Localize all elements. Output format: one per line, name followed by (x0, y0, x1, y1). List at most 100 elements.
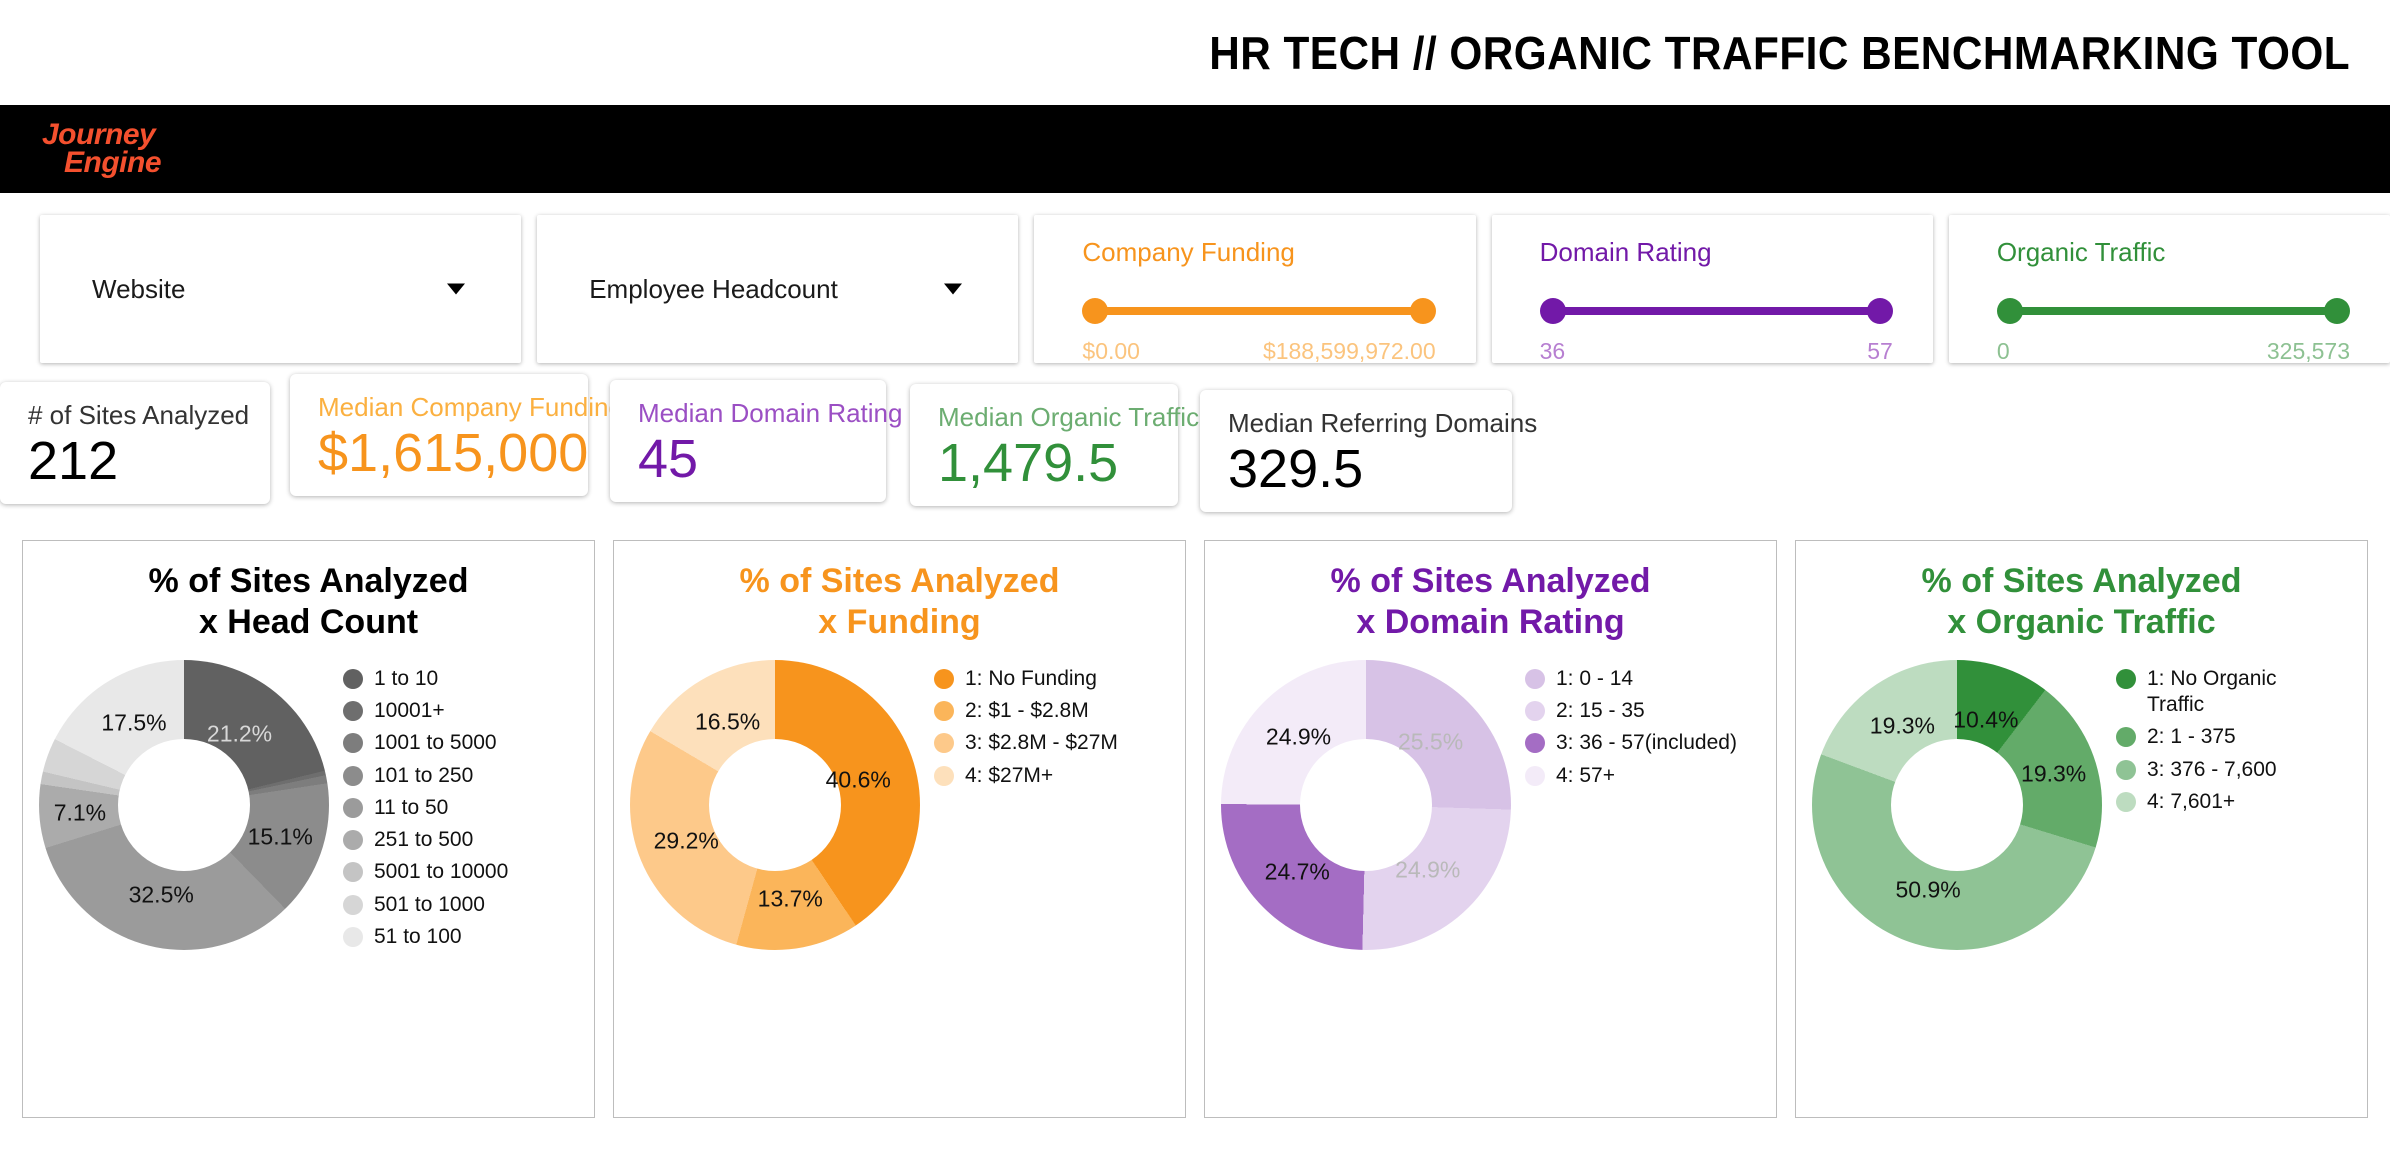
legend-item[interactable]: 2: 1 - 375 (2116, 724, 2337, 750)
slice-percentage-label: 29.2% (653, 827, 719, 854)
donut-chart[interactable]: 10.4% 19.3% 50.9% 19.3% (1812, 659, 2102, 950)
legend-label: 101 to 250 (374, 763, 474, 787)
legend-item[interactable]: 4: 57+ (1525, 763, 1737, 789)
donut-chart[interactable]: 21.2% 15.1% 32.5% 7.1% 17.5% (39, 659, 329, 950)
donut-hole (118, 738, 250, 871)
filter-company-funding-title: Company Funding (1082, 237, 1295, 267)
slider-handle-max[interactable] (1866, 298, 1893, 324)
legend-item[interactable]: 11 to 50 (343, 795, 508, 821)
donut-chart[interactable]: 25.5% 24.9% 24.7% 24.9% (1221, 659, 1511, 950)
legend-item[interactable]: 4: $27M+ (934, 763, 1118, 789)
kpi-label: Median Organic Traffic (938, 402, 1200, 432)
legend-color-swatch-icon (1525, 668, 1545, 689)
legend-color-swatch-icon (343, 733, 363, 754)
legend-item[interactable]: 251 to 500 (343, 827, 508, 853)
range-max-value: 57 (1867, 338, 1893, 364)
legend-label: 4: 7,601+ (2147, 789, 2236, 813)
legend-label: 1001 to 5000 (374, 731, 497, 755)
slider-handle-min[interactable] (1996, 298, 2023, 324)
legend-item[interactable]: 1: 0 - 14 (1525, 666, 1737, 692)
legend-item[interactable]: 10001+ (343, 698, 508, 724)
legend-color-swatch-icon (2116, 668, 2136, 689)
legend-label: 2: $1 - $2.8M (965, 699, 1089, 723)
page-title: HR TECH // ORGANIC TRAFFIC BENCHMARKING … (1209, 26, 2350, 79)
kpi-value: 329.5 (1228, 439, 1364, 499)
kpi-value: 1,479.5 (938, 433, 1119, 493)
slider-track (2005, 307, 2342, 315)
legend-label: 2: 1 - 375 (2147, 725, 2236, 749)
slider-handle-max[interactable] (2324, 298, 2351, 324)
chart-body: 21.2% 15.1% 32.5% 7.1% 17.5% 1 to 10 10001+ 100… (23, 644, 594, 950)
slice-percentage-label: 17.5% (101, 709, 167, 736)
company-funding-range-values: $0.00 $188,599,972.00 (1082, 338, 1435, 365)
donut-ring (1221, 659, 1511, 950)
chart-legend: 1: No Funding 2: $1 - $2.8M 3: $2.8M - $27… (920, 660, 1118, 789)
donut-hole (1891, 738, 2023, 871)
legend-label: 51 to 100 (374, 924, 462, 948)
legend-item[interactable]: 5001 to 10000 (343, 859, 508, 885)
legend-item[interactable]: 1001 to 5000 (343, 730, 508, 756)
donut-hole (709, 738, 841, 871)
legend-label: 2: 15 - 35 (1556, 699, 1645, 723)
legend-item[interactable]: 51 to 100 (343, 924, 508, 950)
slider-handle-min[interactable] (1539, 298, 1566, 324)
range-min-value: 36 (1539, 338, 1566, 364)
kpi-card: # of Sites Analyzed 212 (0, 382, 270, 504)
company-funding-range-track[interactable] (1082, 298, 1436, 324)
chart-title-line-1: % of Sites Analyzed (1921, 562, 2242, 600)
domain-rating-range-track[interactable] (1539, 298, 1893, 324)
filter-organic-traffic-slider[interactable]: Organic Traffic 0 325,573 (1948, 215, 2390, 364)
chart-row: % of Sites Analyzed x Head Count 21.2% 15.1… (0, 528, 2390, 1118)
legend-item[interactable]: 1: No Funding (934, 666, 1118, 692)
legend-item[interactable]: 101 to 250 (343, 763, 508, 789)
legend-item[interactable]: 1: No Organic Traffic (2116, 666, 2337, 719)
kpi-label: Median Domain Rating (638, 398, 903, 428)
kpi-card: Median Organic Traffic 1,479.5 (910, 384, 1200, 506)
chevron-down-icon[interactable] (944, 283, 963, 295)
filter-domain-rating-slider[interactable]: Domain Rating 36 57 (1491, 215, 1933, 364)
chart-card: % of Sites Analyzed x Organic Traffic 10.4… (1795, 540, 2368, 1118)
chart-legend: 1 to 10 10001+ 1001 to 5000 101 to 250 11 to… (329, 660, 508, 950)
legend-label: 10001+ (374, 699, 445, 723)
chart-legend: 1: 0 - 14 2: 15 - 35 3: 36 - 57(included) 4… (1511, 660, 1737, 789)
brand-band: Journey Engine (0, 105, 2390, 193)
kpi-value: 45 (638, 429, 699, 489)
legend-item[interactable]: 1 to 10 (343, 666, 508, 692)
chart-body: 40.6% 13.7% 29.2% 16.5% 1: No Funding 2: $1 -… (614, 644, 1185, 950)
slider-handle-min[interactable] (1082, 298, 1109, 324)
slice-percentage-label: 16.5% (694, 708, 761, 735)
chevron-down-icon[interactable] (447, 283, 466, 295)
filter-website-dropdown[interactable]: Website (40, 215, 522, 363)
filter-company-funding-slider[interactable]: Company Funding $0.00 $188,599,972.00 (1034, 215, 1476, 365)
kpi-label: Median Company Funding (318, 392, 623, 422)
legend-item[interactable]: 3: $2.8M - $27M (934, 730, 1118, 756)
slice-percentage-label: 24.9% (1395, 856, 1461, 883)
legend-item[interactable]: 3: 376 - 7,600 (2116, 757, 2337, 783)
kpi-value: 212 (28, 431, 119, 491)
donut-chart[interactable]: 40.6% 13.7% 29.2% 16.5% (630, 659, 920, 950)
legend-color-swatch-icon (1525, 765, 1545, 786)
chart-legend: 1: No Organic Traffic 2: 1 - 375 3: 376 - … (2102, 660, 2337, 815)
legend-label: 11 to 50 (374, 795, 449, 819)
legend-item[interactable]: 501 to 1000 (343, 892, 508, 918)
chart-title-line-1: % of Sites Analyzed (739, 562, 1060, 600)
chart-title: % of Sites Analyzed x Head Count (23, 561, 594, 644)
kpi-card: Median Referring Domains 329.5 (1200, 390, 1538, 512)
slice-percentage-label: 24.7% (1264, 858, 1330, 885)
legend-item[interactable]: 2: 15 - 35 (1525, 698, 1737, 724)
filter-bar: Website Employee Headcount Company Fundi… (0, 193, 2390, 368)
chart-card: % of Sites Analyzed x Head Count 21.2% 15.1… (22, 540, 595, 1118)
kpi-label: Median Referring Domains (1228, 408, 1538, 438)
chart-card: % of Sites Analyzed x Funding 40.6% 13.7% 29… (613, 540, 1186, 1118)
slider-handle-max[interactable] (1409, 298, 1436, 324)
legend-label: 5001 to 10000 (374, 860, 509, 884)
legend-color-swatch-icon (1525, 733, 1545, 754)
organic-traffic-range-track[interactable] (1996, 298, 2351, 324)
legend-label: 3: 376 - 7,600 (2147, 757, 2277, 781)
filter-headcount-dropdown[interactable]: Employee Headcount (537, 215, 1019, 363)
legend-label: 1: No Organic Traffic (2147, 666, 2277, 717)
legend-item[interactable]: 3: 36 - 57(included) (1525, 730, 1737, 756)
legend-item[interactable]: 2: $1 - $2.8M (934, 698, 1118, 724)
legend-item[interactable]: 4: 7,601+ (2116, 789, 2337, 815)
slice-percentage-label: 24.9% (1265, 723, 1332, 750)
